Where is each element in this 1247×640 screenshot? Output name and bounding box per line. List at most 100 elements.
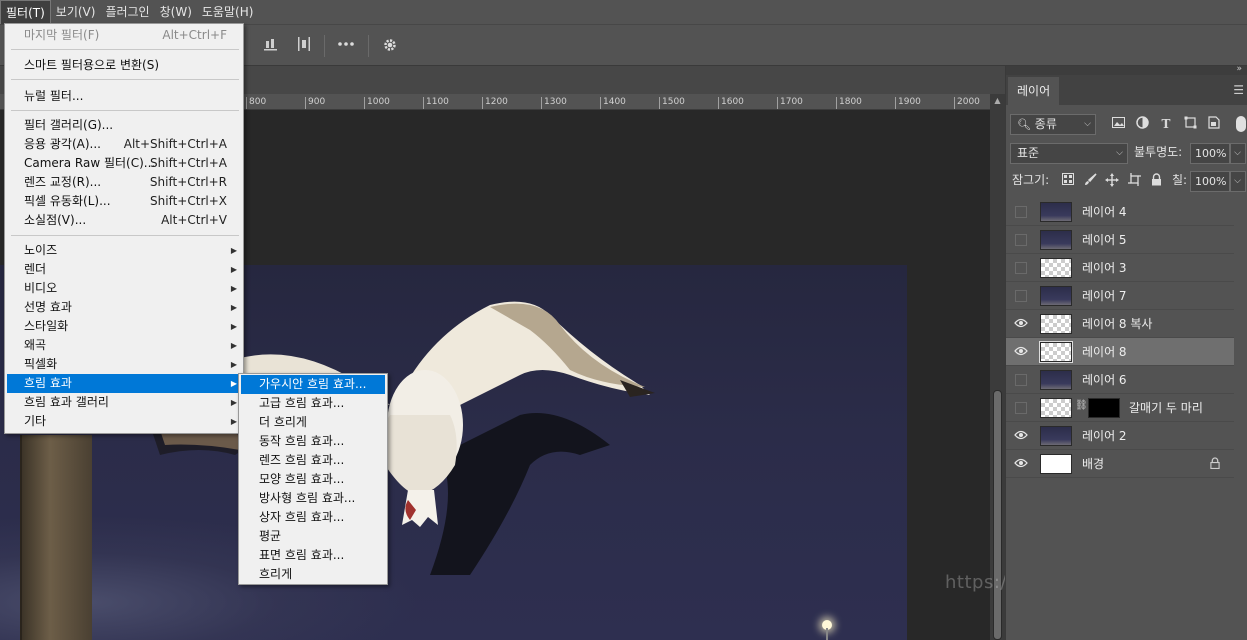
scrollbar-thumb[interactable]	[993, 390, 1002, 640]
gear-icon[interactable]	[381, 37, 399, 55]
menu-separator	[11, 110, 239, 111]
visibility-toggle[interactable]	[1015, 262, 1027, 274]
blur-submenu: 가우시안 흐림 효과... 고급 흐림 효과... 더 흐리게 동작 흐림 효과…	[238, 373, 388, 585]
layer-mask-thumbnail[interactable]	[1088, 398, 1120, 418]
menu-item-video[interactable]: 비디오 ▶	[7, 279, 241, 298]
move-icon[interactable]	[1104, 173, 1120, 189]
link-chain-icon[interactable]: ⛓	[1075, 400, 1088, 411]
menu-window[interactable]: 창(W)	[155, 0, 197, 24]
adjustment-filter-icon[interactable]	[1134, 116, 1150, 132]
menu-item-smart-blur[interactable]: 고급 흐림 효과...	[241, 394, 385, 413]
shape-filter-icon[interactable]	[1182, 116, 1198, 132]
layer-name: 배경	[1082, 457, 1105, 471]
blend-mode-value: 표준	[1017, 146, 1040, 160]
eye-icon[interactable]	[1014, 345, 1028, 359]
submenu-arrow-icon: ▶	[230, 379, 237, 388]
image-filter-icon[interactable]	[1110, 116, 1126, 132]
layer-row[interactable]: 레이어 3	[1006, 254, 1234, 282]
eye-icon[interactable]	[1014, 429, 1028, 443]
menu-item-render[interactable]: 렌더 ▶	[7, 260, 241, 279]
layer-row[interactable]: 레이어 2	[1006, 422, 1234, 450]
layer-row[interactable]: 배경	[1006, 450, 1234, 478]
scroll-up-icon[interactable]: ▲	[990, 96, 1005, 105]
menu-item-neural-filters[interactable]: 뉴럴 필터...	[7, 87, 241, 106]
layer-row[interactable]: 레이어 7	[1006, 282, 1234, 310]
layer-row[interactable]: 레이어 4	[1006, 198, 1234, 226]
search-icon: 🔍︎	[1017, 118, 1031, 131]
collapse-icon[interactable]: »	[1236, 64, 1242, 74]
menu-item-average[interactable]: 평균	[241, 527, 385, 546]
layer-row[interactable]: ⛓ 갈매기 두 마리	[1006, 394, 1234, 422]
layer-name: 레이어 4	[1082, 205, 1127, 219]
menu-item-lens-blur[interactable]: 렌즈 흐림 효과...	[241, 451, 385, 470]
layer-thumbnail	[1040, 202, 1072, 222]
ruler-tick: 900	[305, 97, 325, 109]
layer-row[interactable]: 레이어 8 복사	[1006, 310, 1234, 338]
fill-label: 칠:	[1172, 173, 1188, 187]
menu-item-blur-more[interactable]: 더 흐리게	[241, 413, 385, 432]
menu-item-shape-blur[interactable]: 모양 흐림 효과...	[241, 470, 385, 489]
menu-item-gaussian-blur[interactable]: 가우시안 흐림 효과...	[241, 375, 385, 394]
panel-menu-icon[interactable]: ☰	[1233, 83, 1244, 97]
eye-icon[interactable]	[1014, 317, 1028, 331]
visibility-toggle[interactable]	[1015, 290, 1027, 302]
visibility-toggle[interactable]	[1015, 374, 1027, 386]
blend-mode-select[interactable]: 표준 ⌵	[1010, 143, 1128, 164]
menu-item-adaptive-wide-angle[interactable]: 응용 광각(A)... Alt+Shift+Ctrl+A	[7, 135, 241, 154]
layer-thumbnail	[1040, 286, 1072, 306]
menu-item-pixelate[interactable]: 픽셀화 ▶	[7, 355, 241, 374]
menu-item-last-filter[interactable]: 마지막 필터(F) Alt+Ctrl+F	[7, 26, 241, 45]
layer-filter-select[interactable]: 🔍︎ 종류 ⌵	[1010, 114, 1096, 135]
fill-field[interactable]: 100%	[1190, 171, 1230, 192]
layer-row-selected[interactable]: 레이어 8	[1006, 338, 1234, 366]
menu-item-motion-blur[interactable]: 동작 흐림 효과...	[241, 432, 385, 451]
menu-item-lens-correction[interactable]: 렌즈 교정(R)... Shift+Ctrl+R	[7, 173, 241, 192]
type-filter-icon[interactable]: T	[1158, 116, 1174, 132]
layers-scrollbar[interactable]	[1234, 198, 1247, 640]
menu-item-surface-blur[interactable]: 표면 흐림 효과...	[241, 546, 385, 565]
more-options-icon[interactable]	[337, 37, 355, 55]
eye-icon[interactable]	[1014, 457, 1028, 471]
fill-dropdown[interactable]: ⌵	[1230, 171, 1246, 192]
menu-item-box-blur[interactable]: 상자 흐림 효과...	[241, 508, 385, 527]
lock-icon[interactable]	[1148, 173, 1164, 189]
layer-row[interactable]: 레이어 6	[1006, 366, 1234, 394]
lock-transparent-icon[interactable]	[1060, 173, 1076, 189]
menu-filter[interactable]: 필터(T)	[0, 0, 51, 24]
visibility-toggle[interactable]	[1015, 234, 1027, 246]
submenu-arrow-icon: ▶	[230, 284, 237, 293]
menu-item-filter-gallery[interactable]: 필터 갤러리(G)...	[7, 116, 241, 135]
menu-item-camera-raw[interactable]: Camera Raw 필터(C)... Shift+Ctrl+A	[7, 154, 241, 173]
visibility-toggle[interactable]	[1015, 206, 1027, 218]
distribute-icon[interactable]	[295, 37, 313, 55]
smart-object-filter-icon[interactable]	[1206, 116, 1222, 132]
menu-item-blur[interactable]: 흐리게	[241, 565, 385, 584]
menu-plugins[interactable]: 플러그인	[100, 0, 154, 24]
document-vertical-scrollbar[interactable]: ▲	[990, 94, 1005, 640]
visibility-toggle[interactable]	[1015, 402, 1027, 414]
filter-toggle[interactable]	[1236, 116, 1246, 132]
layer-row[interactable]: 레이어 5	[1006, 226, 1234, 254]
opacity-label: 불투명도:	[1134, 145, 1183, 159]
menu-item-distort[interactable]: 왜곡 ▶	[7, 336, 241, 355]
menu-item-noise[interactable]: 노이즈 ▶	[7, 241, 241, 260]
align-bottom-icon[interactable]	[262, 37, 280, 55]
artboard-icon[interactable]	[1126, 173, 1142, 189]
tab-layers[interactable]: 레이어	[1008, 77, 1060, 105]
menu-item-liquify[interactable]: 픽셀 유동화(L)... Shift+Ctrl+X	[7, 192, 241, 211]
brush-icon[interactable]	[1082, 173, 1098, 189]
opacity-dropdown[interactable]: ⌵	[1230, 143, 1246, 164]
menu-item-vanishing-point[interactable]: 소실점(V)... Alt+Ctrl+V	[7, 211, 241, 230]
menu-item-stylize[interactable]: 스타일화 ▶	[7, 317, 241, 336]
menu-item-blur-gallery[interactable]: 흐림 효과 갤러리 ▶	[7, 393, 241, 412]
opacity-field[interactable]: 100%	[1190, 143, 1230, 164]
menu-item-convert-smart-filter[interactable]: 스마트 필터용으로 변환(S)	[7, 56, 241, 75]
menu-item-other[interactable]: 기타 ▶	[7, 412, 241, 431]
menu-item-radial-blur[interactable]: 방사형 흐림 효과...	[241, 489, 385, 508]
menu-view[interactable]: 보기(V)	[51, 0, 101, 24]
lock-label: 잠그기:	[1012, 173, 1050, 187]
ruler-tick: 1000	[364, 97, 390, 109]
menu-item-blur[interactable]: 흐림 효과 ▶	[7, 374, 241, 393]
menu-item-sharpen[interactable]: 선명 효과 ▶	[7, 298, 241, 317]
menu-help[interactable]: 도움말(H)	[197, 0, 259, 24]
